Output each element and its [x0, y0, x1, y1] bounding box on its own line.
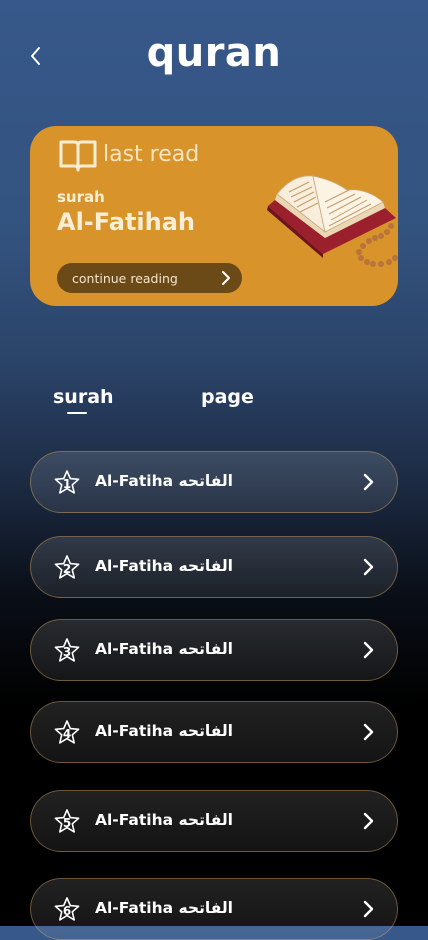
list-item[interactable]: 3 Al-Fatiha الفاتحه — [30, 619, 398, 681]
tab-surah[interactable]: surah — [53, 386, 114, 408]
continue-reading-button[interactable]: continue reading — [57, 263, 242, 293]
open-book-icon — [59, 140, 97, 172]
surah-name: Al-Fatiha الفاتحه — [95, 472, 233, 490]
chevron-right-icon — [363, 900, 374, 918]
list-item[interactable]: 6 Al-Fatiha الفاتحه — [30, 878, 398, 940]
chevron-right-icon — [222, 271, 230, 285]
surah-name: Al-Fatiha الفاتحه — [95, 722, 233, 740]
surah-number: 2 — [62, 562, 72, 576]
last-read-card[interactable]: last read surah Al-Fatihah continue read… — [30, 126, 398, 306]
chevron-right-icon — [363, 812, 374, 830]
surah-name: Al-Fatiha الفاتحه — [95, 811, 233, 829]
list-item[interactable]: 2 Al-Fatiha الفاتحه — [30, 536, 398, 598]
list-item[interactable]: 4 Al-Fatiha الفاتحه — [30, 701, 398, 763]
chevron-right-icon — [363, 558, 374, 576]
surah-name: Al-Fatihah — [57, 208, 196, 236]
tab-bar: surah page — [0, 386, 428, 420]
surah-name: Al-Fatiha الفاتحه — [95, 640, 233, 658]
page-title: quran — [146, 30, 282, 76]
surah-number: 1 — [62, 477, 72, 491]
chevron-right-icon — [363, 641, 374, 659]
surah-number: 3 — [62, 645, 72, 659]
continue-reading-label: continue reading — [72, 270, 178, 286]
chevron-right-icon — [363, 723, 374, 741]
chevron-right-icon — [363, 473, 374, 491]
quran-book-illustration — [267, 175, 398, 267]
tab-page[interactable]: page — [201, 386, 254, 408]
list-item[interactable]: 5 Al-Fatiha الفاتحه — [30, 790, 398, 852]
surah-name: Al-Fatiha الفاتحه — [95, 557, 233, 575]
surah-number: 6 — [62, 904, 72, 918]
surah-number: 5 — [62, 816, 72, 830]
surah-number: 4 — [62, 727, 72, 741]
active-tab-indicator — [67, 412, 87, 414]
list-item[interactable]: 1 Al-Fatiha الفاتحه — [30, 451, 398, 513]
last-read-label: last read — [103, 142, 200, 167]
surah-name: Al-Fatiha الفاتحه — [95, 899, 233, 917]
surah-label: surah — [57, 188, 105, 206]
